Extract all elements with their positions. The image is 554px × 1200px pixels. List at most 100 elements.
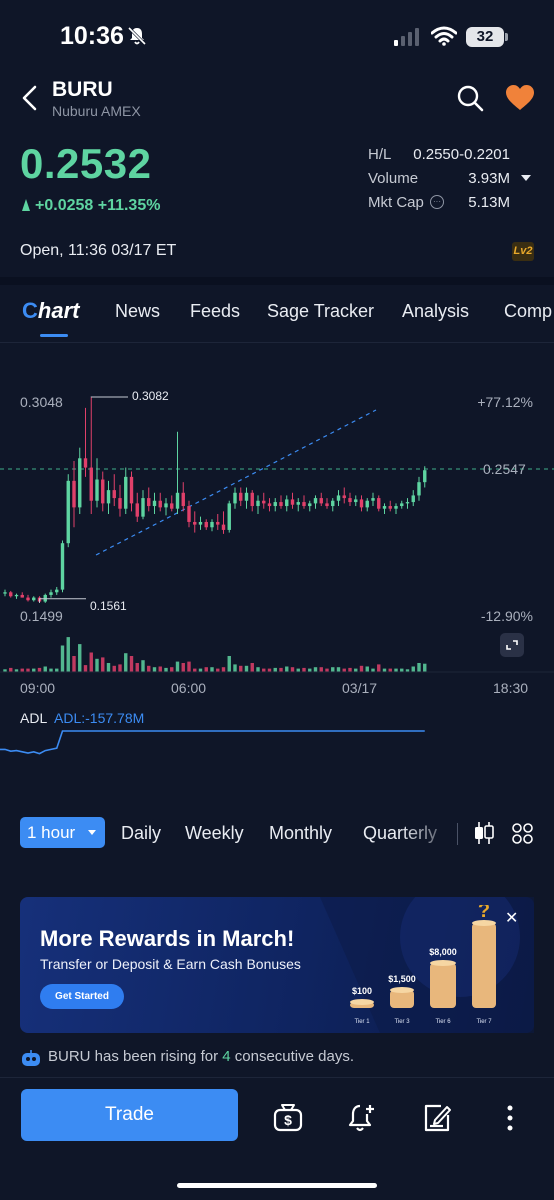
money-bag-icon[interactable]: $ [272, 1101, 304, 1133]
section-divider [0, 277, 554, 285]
tab-sage-tracker[interactable]: Sage Tracker [267, 301, 374, 322]
status-time: 10:36 [60, 22, 124, 50]
candle-body [417, 482, 421, 496]
candle-body [382, 506, 387, 509]
period-daily[interactable]: Daily [121, 823, 161, 844]
adl-label: ADL [20, 710, 48, 726]
candle-body [193, 521, 197, 525]
x-label-2: 03/17 [342, 680, 378, 696]
candle-body [26, 597, 30, 601]
adl-value: ADL:-157.78M [54, 710, 145, 726]
stat-value-mktcap: 5.13M [468, 194, 510, 211]
volume-bar [158, 666, 162, 672]
candle-body [3, 592, 7, 594]
volume-bar [342, 668, 346, 672]
volume-bar [170, 667, 174, 672]
price-change: +0.0258 +11.35% [35, 197, 161, 214]
volume-bar [37, 667, 42, 672]
volume-bar [365, 666, 369, 672]
candlestick-icon[interactable] [472, 820, 496, 846]
volume-bar [60, 645, 65, 672]
tier-stack-top [430, 960, 456, 966]
edit-note-icon[interactable] [421, 1102, 453, 1134]
period-fade [400, 815, 458, 851]
more-vertical-icon[interactable] [503, 1104, 517, 1132]
tab-feeds[interactable]: Feeds [190, 301, 240, 322]
volume-bar [377, 664, 381, 672]
volume-bar [302, 667, 306, 672]
volume-bar [193, 668, 197, 672]
period-weekly[interactable]: Weekly [185, 823, 244, 844]
candle-body [106, 490, 111, 504]
tab-news[interactable]: News [115, 301, 160, 322]
volume-bar [78, 644, 82, 672]
candle-body [216, 521, 220, 525]
tab-chart[interactable]: Chart [22, 298, 79, 324]
volume-bar [164, 667, 168, 672]
heart-icon[interactable] [505, 84, 535, 112]
candle-body [296, 502, 300, 505]
back-chevron-icon[interactable] [20, 84, 40, 112]
banner-title: More Rewards in March! [40, 926, 295, 951]
candle-body [302, 502, 306, 507]
candle-body [164, 503, 168, 508]
volume-bar [106, 663, 111, 672]
fullscreen-icon[interactable] [500, 633, 524, 657]
candle-body [348, 498, 352, 503]
tab-analysis[interactable]: Analysis [402, 301, 469, 322]
candle-body [359, 499, 364, 508]
trend-line[interactable] [95, 409, 377, 556]
candle-body [9, 592, 13, 597]
tier-price: $1,500 [388, 974, 416, 984]
candle-body [187, 506, 191, 522]
search-icon[interactable] [456, 84, 484, 112]
candle-body [175, 492, 180, 509]
candle-body [170, 503, 174, 509]
candle-body [204, 521, 208, 528]
volume-bar [216, 668, 220, 672]
volume-bar [32, 668, 36, 672]
price-chart[interactable] [0, 345, 554, 805]
bell-off-icon [127, 26, 147, 46]
volume-bar [388, 668, 392, 672]
candle-body [14, 594, 19, 597]
candle-body [256, 500, 260, 507]
volume-bar [239, 665, 243, 672]
trade-button[interactable]: Trade [21, 1089, 238, 1141]
price-label-current: 0.2547 [483, 461, 526, 477]
volume-bar [9, 667, 13, 672]
lv2-badge[interactable]: Lv2 [512, 242, 534, 261]
volume-bar [336, 667, 341, 672]
volume-bar [129, 656, 134, 672]
tab-comp[interactable]: Comp [504, 301, 552, 322]
expand-stats-icon[interactable] [521, 175, 531, 181]
company-name: Nuburu AMEX [52, 103, 141, 119]
volume-bar [181, 663, 185, 672]
volume-bar [273, 667, 277, 672]
bell-plus-icon[interactable] [346, 1102, 378, 1134]
candle-body [400, 503, 404, 507]
candle-body [313, 498, 318, 504]
volume-bar [250, 663, 254, 672]
candle-body [423, 470, 427, 483]
grid-icon[interactable] [512, 823, 534, 845]
volume-bar [417, 663, 421, 672]
tier-stack [430, 963, 456, 1008]
volume-bar [89, 652, 93, 672]
candle-body [377, 498, 381, 509]
svg-text:$: $ [284, 1112, 292, 1128]
volume-bar [210, 667, 214, 672]
volume-bar [118, 664, 122, 672]
reward-tiers: $100 Tier 1 $1,500 Tier 3 $8,000 Tier 6? Tier … [350, 905, 496, 1025]
home-indicator [177, 1183, 377, 1188]
candle-body [66, 480, 70, 544]
tier-label: Tier 3 [394, 1019, 410, 1025]
volume-bar [256, 667, 260, 672]
volume-bar [95, 658, 99, 672]
period-monthly[interactable]: Monthly [269, 823, 332, 844]
tier-price: $100 [352, 986, 372, 996]
volume-bar [325, 668, 329, 672]
get-started-button[interactable]: Get Started [40, 984, 124, 1009]
market-status: Open, 11:36 03/17 ET [20, 242, 177, 259]
volume-bar [43, 666, 47, 672]
